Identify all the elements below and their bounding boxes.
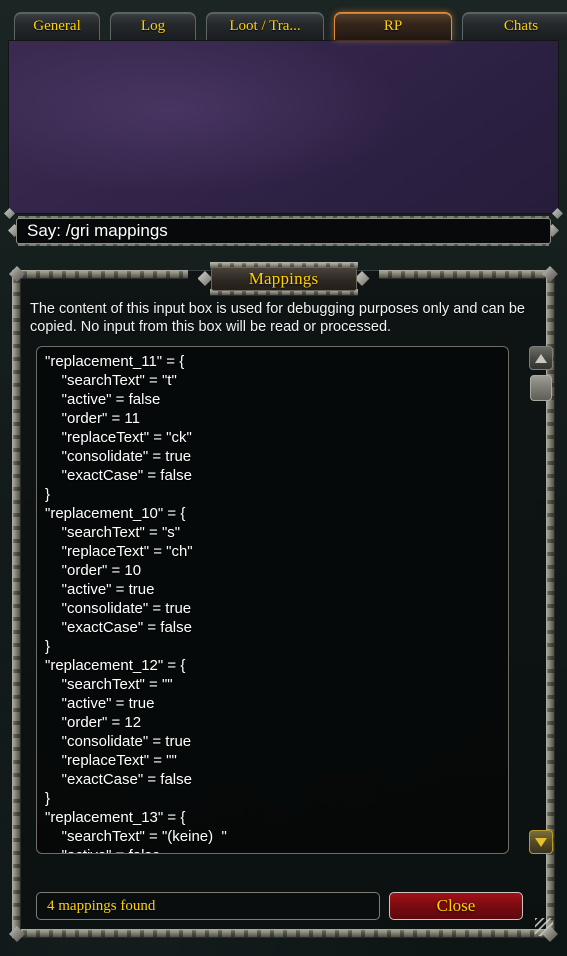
chat-tab-log[interactable]: Log bbox=[110, 12, 196, 40]
chat-tab-label: Log bbox=[140, 18, 166, 34]
dialog-description: The content of this input box is used fo… bbox=[30, 301, 525, 335]
status-box: 4 mappings found bbox=[36, 892, 380, 920]
debug-content-text: "replacement_11" = { "searchText" = "t" … bbox=[45, 353, 227, 853]
chat-tab-label: Chats bbox=[503, 18, 539, 34]
chat-tab-chats[interactable]: Chats bbox=[462, 12, 567, 40]
scrollbar-column bbox=[529, 346, 555, 854]
title-plate-diamond-right bbox=[354, 271, 370, 286]
dialog-border-bottom bbox=[14, 929, 553, 938]
dialog-border-left bbox=[12, 270, 21, 938]
scrollbar-thumb[interactable] bbox=[530, 375, 552, 401]
status-text: 4 mappings found bbox=[47, 897, 156, 914]
chat-tab-general[interactable]: General bbox=[14, 12, 100, 40]
chat-tab-loot-trade[interactable]: Loot / Tra... bbox=[206, 12, 324, 40]
dialog-border-top-left bbox=[14, 270, 188, 279]
chat-tab-label: General bbox=[33, 18, 81, 34]
close-button-label: Close bbox=[436, 896, 476, 915]
chat-tab-label: RP bbox=[383, 18, 403, 34]
debug-content-scroll-box[interactable]: "replacement_11" = { "searchText" = "t" … bbox=[36, 346, 509, 854]
arrow-up-icon bbox=[535, 353, 547, 363]
chat-edit-box-value: Say: /gri mappings bbox=[27, 221, 168, 240]
dialog-title: Mappings bbox=[248, 269, 319, 288]
chat-message-frame[interactable] bbox=[8, 40, 559, 214]
dialog-border-top-right bbox=[379, 270, 553, 279]
chat-edit-box-container: Say: /gri mappings bbox=[8, 214, 559, 248]
chat-tab-bar: General Log Loot / Tra... RP Chats bbox=[0, 0, 567, 40]
chat-edit-box[interactable]: Say: /gri mappings bbox=[16, 218, 551, 244]
dialog-title-plate[interactable]: Mappings bbox=[197, 262, 370, 296]
scroll-down-button[interactable] bbox=[529, 830, 553, 854]
arrow-down-icon bbox=[535, 837, 547, 847]
close-button[interactable]: Close bbox=[389, 892, 523, 920]
mappings-dialog: Mappings The content of this input box i… bbox=[8, 262, 559, 942]
chat-tab-rp[interactable]: RP bbox=[334, 12, 452, 40]
chat-tab-label: Loot / Tra... bbox=[229, 18, 301, 34]
scroll-up-button[interactable] bbox=[529, 346, 553, 370]
dialog-title-inner: Mappings bbox=[210, 267, 357, 291]
